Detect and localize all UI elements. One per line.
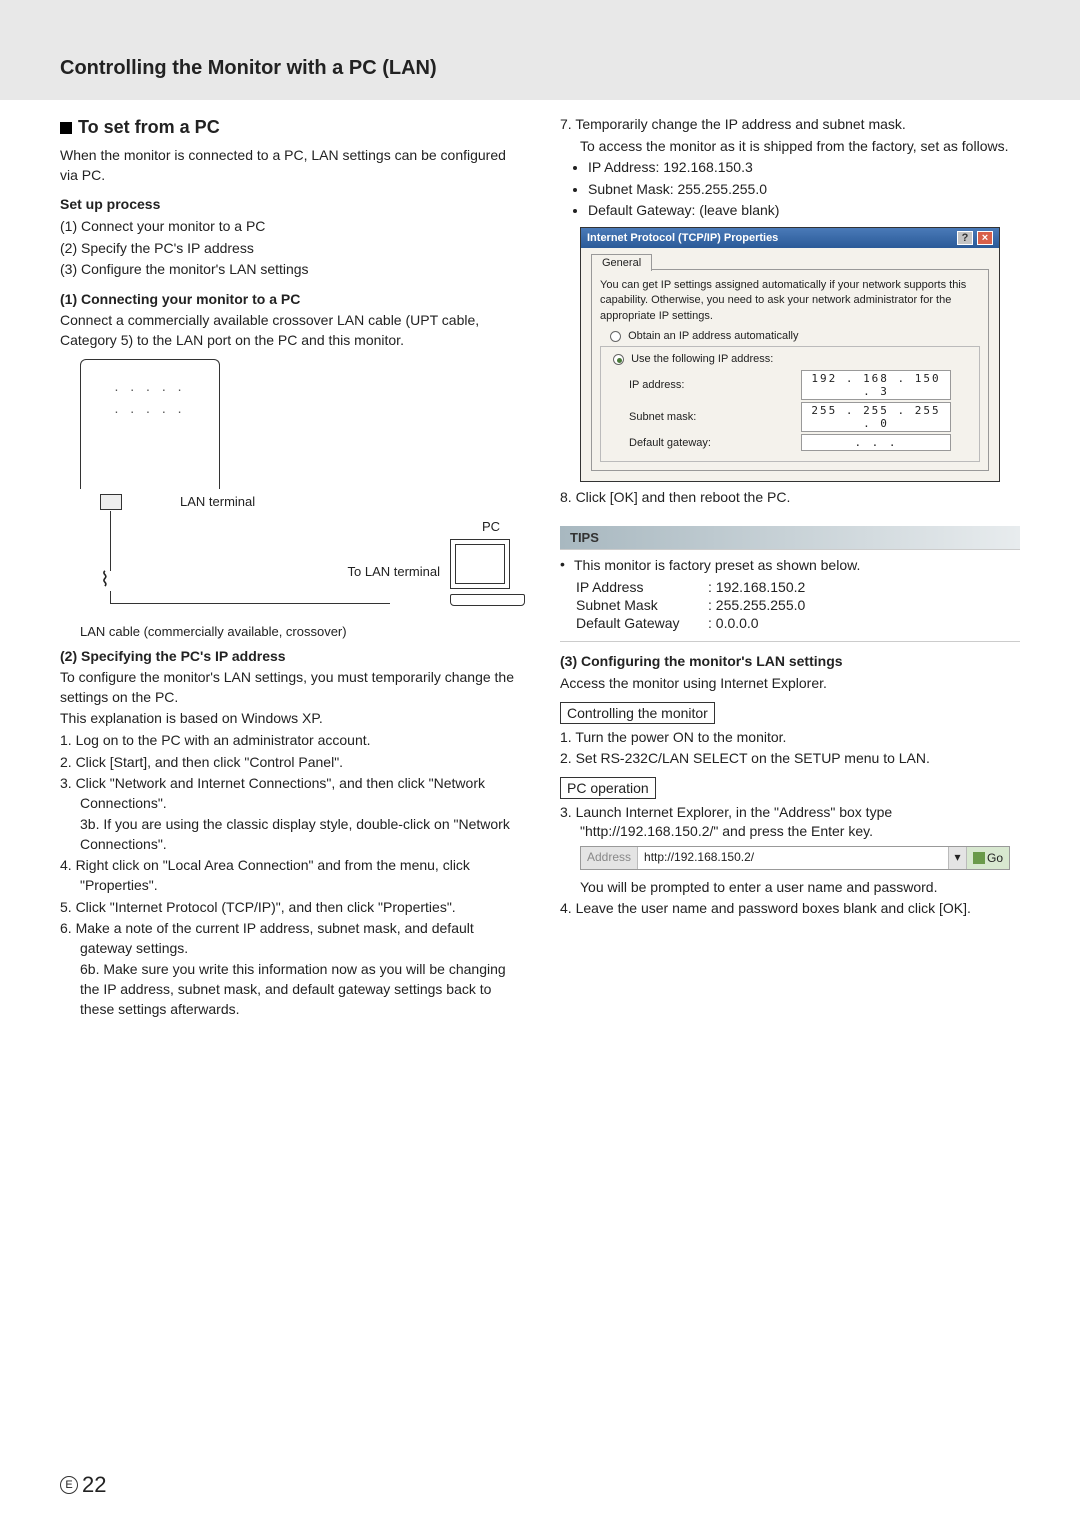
radio-manual-label: Use the following IP address: [631, 353, 773, 365]
sub2-heading: (2) Specifying the PC's IP address [60, 647, 520, 667]
step-3b: 3b. If you are using the classic display… [60, 815, 520, 854]
ie-address-bar: Address http://192.168.150.2/ ▾ Go [580, 846, 1010, 870]
radio-auto-label: Obtain an IP address automatically [628, 330, 798, 342]
bullet-subnet: Subnet Mask: 255.255.255.0 [588, 180, 1020, 200]
label-lan-terminal: LAN terminal [180, 494, 255, 509]
go-arrow-icon [973, 852, 985, 864]
default-gateway-label: Default gateway: [629, 437, 711, 449]
sub2-intro1: To configure the monitor's LAN settings,… [60, 668, 520, 707]
ip-address-field[interactable]: 192 . 168 . 150 . 3 [801, 370, 951, 400]
close-icon[interactable]: × [977, 231, 993, 245]
section-heading-set-from-pc: To set from a PC [60, 115, 520, 140]
dialog-desc: You can get IP settings assigned automat… [600, 278, 980, 324]
dialog-title-text: Internet Protocol (TCP/IP) Properties [587, 232, 778, 244]
bullet-ip: IP Address: 192.168.150.3 [588, 158, 1020, 178]
step-7a: 7. Temporarily change the IP address and… [560, 115, 1020, 135]
radio-auto[interactable] [610, 331, 621, 342]
monitor-icon [80, 359, 220, 489]
go-button[interactable]: Go [966, 847, 1009, 869]
sub2-intro2: This explanation is based on Windows XP. [60, 709, 520, 729]
dropdown-icon[interactable]: ▾ [948, 847, 966, 869]
sub1-heading: (1) Connecting your monitor to a PC [60, 290, 520, 310]
setup-item-1: (1) Connect your monitor to a PC [60, 217, 520, 237]
step-6: 6. Make a note of the current IP address… [60, 919, 520, 958]
default-gateway-field[interactable]: . . . [801, 434, 951, 451]
label-pc: PC [482, 519, 500, 534]
step-8: 8. Click [OK] and then reboot the PC. [560, 488, 1020, 508]
pc-op-step-4: 4. Leave the user name and password boxe… [560, 899, 1020, 919]
ctrl-step-1: 1. Turn the power ON to the monitor. [560, 728, 1020, 748]
sub3-intro: Access the monitor using Internet Explor… [560, 674, 1020, 694]
tab-general[interactable]: General [591, 254, 652, 271]
tips-heading: TIPS [560, 526, 1020, 549]
label-to-lan-terminal: To LAN terminal [348, 564, 440, 579]
step-7b: To access the monitor as it is shipped f… [560, 137, 1020, 157]
setup-process-heading: Set up process [60, 195, 520, 215]
pc-op-prompt: You will be prompted to enter a user nam… [560, 878, 1020, 898]
setup-item-3: (3) Configure the monitor's LAN settings [60, 260, 520, 280]
page-number: E 22 [60, 1472, 106, 1498]
connection-diagram: ⌇ LAN terminal PC To LAN terminal LAN ca… [60, 359, 520, 639]
setup-item-2: (2) Specify the PC's IP address [60, 239, 520, 259]
subnet-mask-field[interactable]: 255 . 255 . 255 . 0 [801, 402, 951, 432]
keyboard-icon [450, 594, 525, 606]
step-6b: 6b. Make sure you write this information… [60, 960, 520, 1019]
pc-icon [450, 539, 510, 589]
page-title: Controlling the Monitor with a PC (LAN) [60, 57, 437, 80]
cable-caption: LAN cable (commercially available, cross… [80, 624, 347, 639]
intro-text: When the monitor is connected to a PC, L… [60, 146, 520, 185]
ip-address-label: IP address: [629, 379, 684, 391]
pc-op-step-3: 3. Launch Internet Explorer, in the "Add… [560, 803, 1020, 842]
radio-manual[interactable] [613, 354, 624, 365]
box-pc-operation: PC operation [560, 777, 656, 799]
tips-intro: This monitor is factory preset as shown … [574, 556, 1020, 576]
step-2: 2. Click [Start], and then click "Contro… [60, 753, 520, 773]
step-5: 5. Click "Internet Protocol (TCP/IP)", a… [60, 898, 520, 918]
bullet-gateway: Default Gateway: (leave blank) [588, 201, 1020, 221]
address-label: Address [581, 847, 638, 869]
sub3-heading: (3) Configuring the monitor's LAN settin… [560, 652, 1020, 672]
subnet-mask-label: Subnet mask: [629, 411, 696, 423]
preset-table: IP Address : 192.168.150.2 Subnet Mask :… [574, 577, 807, 633]
step-1: 1. Log on to the PC with an administrato… [60, 731, 520, 751]
tcpip-properties-dialog: Internet Protocol (TCP/IP) Properties ? … [580, 227, 1000, 482]
address-input[interactable]: http://192.168.150.2/ [638, 847, 948, 869]
step-4: 4. Right click on "Local Area Connection… [60, 856, 520, 895]
box-controlling-monitor: Controlling the monitor [560, 702, 715, 724]
ctrl-step-2: 2. Set RS-232C/LAN SELECT on the SETUP m… [560, 749, 1020, 769]
step-3: 3. Click "Network and Internet Connectio… [60, 774, 520, 813]
lan-port-icon [100, 494, 122, 510]
square-bullet-icon [60, 122, 72, 134]
help-icon[interactable]: ? [957, 231, 973, 245]
sub1-text: Connect a commercially available crossov… [60, 311, 520, 350]
